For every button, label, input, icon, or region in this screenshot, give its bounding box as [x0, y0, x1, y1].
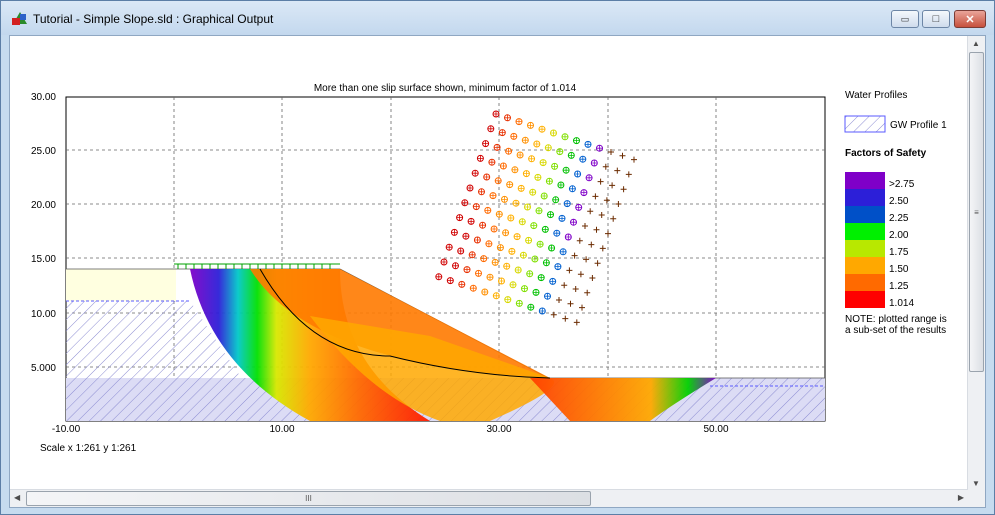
vertical-scroll-thumb[interactable]: ≡ — [969, 52, 984, 372]
fos-band-swatch — [845, 274, 885, 291]
graphical-output-panel: More than one slip surface shown, minimu… — [9, 35, 986, 508]
y-tick-label: 15.00 — [31, 254, 56, 265]
fos-band-swatch — [845, 291, 885, 308]
horizontal-grip-icon: III — [305, 494, 312, 503]
scroll-right-arrow-icon[interactable]: ▶ — [958, 493, 964, 502]
fos-heading: Factors of Safety — [845, 148, 927, 159]
plot-title: More than one slip surface shown, minimu… — [314, 83, 577, 94]
water-profiles-heading: Water Profiles — [845, 90, 907, 101]
fos-band-label: 2.00 — [889, 230, 909, 241]
scroll-left-arrow-icon[interactable]: ◀ — [14, 493, 20, 502]
close-icon: ✕ — [965, 13, 975, 26]
y-tick-label: 25.00 — [31, 146, 56, 157]
gw-profile-label: GW Profile 1 — [890, 120, 947, 131]
legend: Water Profiles GW Profile 1 Factors of S… — [844, 90, 947, 336]
horizontal-scroll-thumb[interactable]: III — [26, 491, 591, 506]
scroll-down-arrow-icon[interactable]: ▼ — [972, 479, 980, 488]
fos-color-bands: >2.75 2.50 2.25 2.00 1.75 1.50 1.25 1.014 — [845, 172, 915, 309]
minimize-icon: ▭ — [900, 13, 910, 24]
fos-band-swatch — [845, 240, 885, 257]
maximize-button[interactable]: □ — [922, 10, 950, 28]
vertical-scrollbar[interactable]: ▲ ≡ ▼ — [967, 36, 985, 491]
legend-note-line1: NOTE: plotted range is — [845, 314, 947, 325]
fos-band-label: 1.014 — [889, 298, 914, 309]
minimize-button[interactable]: ▭ — [891, 10, 919, 28]
fos-band-swatch — [845, 223, 885, 240]
slide-app-icon — [12, 12, 27, 25]
fos-band-label: >2.75 — [889, 179, 915, 190]
x-tick-label: 50.00 — [703, 424, 728, 435]
fos-band-label: 1.25 — [889, 281, 909, 292]
fos-band-label: 2.50 — [889, 196, 909, 207]
legend-note-line2: a sub-set of the results — [845, 325, 946, 336]
slope-plot[interactable]: More than one slip surface shown, minimu… — [10, 36, 968, 491]
fos-band-swatch — [845, 172, 885, 189]
close-button[interactable]: ✕ — [954, 10, 986, 28]
scroll-up-arrow-icon[interactable]: ▲ — [972, 39, 980, 48]
application-window: Tutorial - Simple Slope.sld : Graphical … — [0, 0, 995, 515]
fos-band-label: 1.75 — [889, 247, 909, 258]
fos-band-swatch — [845, 189, 885, 206]
y-tick-label: 5.000 — [31, 363, 56, 374]
x-tick-label: 10.00 — [269, 424, 294, 435]
y-tick-label: 30.00 — [31, 92, 56, 103]
gw-profile-swatch — [844, 115, 886, 133]
horizontal-scrollbar[interactable]: ◀ III ▶ — [10, 489, 968, 507]
fos-band-swatch — [845, 257, 885, 274]
y-tick-label: 10.00 — [31, 309, 56, 320]
size-grip[interactable] — [968, 490, 985, 507]
fos-band-swatch — [845, 206, 885, 223]
maximize-icon: □ — [932, 13, 940, 25]
window-title: Tutorial - Simple Slope.sld : Graphical … — [33, 12, 274, 26]
x-tick-label: -10.00 — [52, 424, 81, 435]
fos-band-label: 2.25 — [889, 213, 909, 224]
y-tick-label: 20.00 — [31, 200, 56, 211]
title-bar[interactable]: Tutorial - Simple Slope.sld : Graphical … — [1, 1, 994, 35]
x-axis-labels: -10.00 10.00 30.00 50.00 — [52, 424, 729, 435]
scale-label: Scale x 1:261 y 1:261 — [40, 443, 137, 454]
fos-band-label: 1.50 — [889, 264, 909, 275]
y-axis-labels: 30.00 25.00 20.00 15.00 10.00 5.000 — [31, 92, 56, 374]
vertical-grip-icon: ≡ — [974, 207, 979, 217]
x-tick-label: 30.00 — [486, 424, 511, 435]
water-region-upper — [66, 269, 176, 301]
